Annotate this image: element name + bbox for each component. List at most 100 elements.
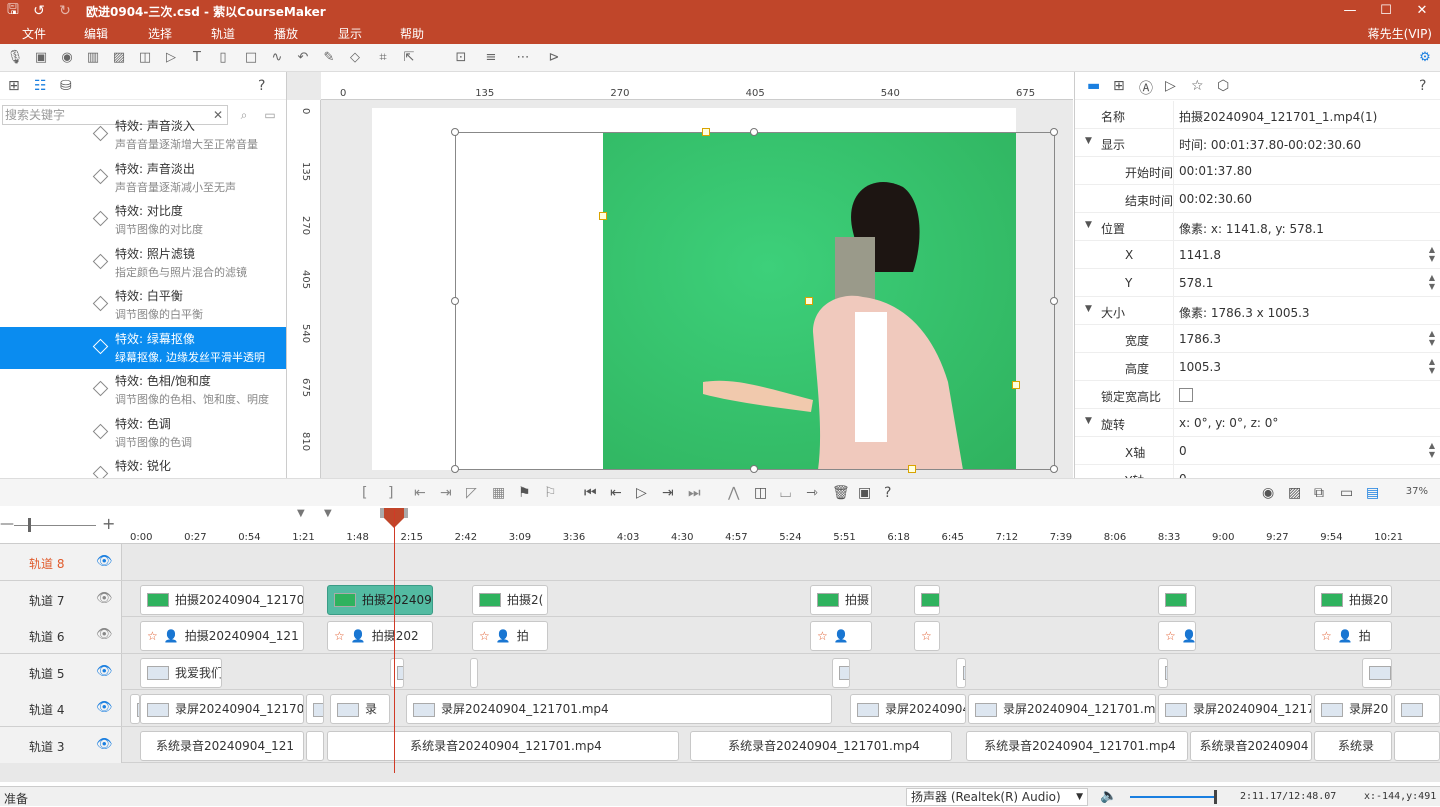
maximize-icon[interactable]: ☐ (1368, 0, 1404, 22)
timeline-clip[interactable] (306, 694, 324, 724)
timeline-clip[interactable]: 录屏20240904 (850, 694, 966, 724)
track-view-icon[interactable]: ▤ (1366, 485, 1379, 501)
timeline-clip[interactable] (1394, 730, 1440, 761)
timeline-clip[interactable]: 录屏20240904_121701.mp4 (968, 694, 1156, 724)
timeline-clip[interactable] (832, 657, 850, 688)
volume-slider[interactable] (1130, 796, 1216, 798)
marker-icon[interactable]: ▼ (297, 508, 305, 519)
timeline-clip[interactable]: 录屏20240904_121701. (140, 694, 304, 724)
spinner-icon[interactable]: ▲ ▼ (1429, 441, 1435, 459)
camera-icon[interactable]: ◉ (58, 49, 76, 67)
timeline-clip[interactable]: ☆👤 (1158, 621, 1196, 651)
close-icon[interactable]: ✕ (1404, 0, 1440, 22)
effect-item[interactable]: 特效: 声音淡入 声音音量逐渐增大至正常音量 (0, 114, 286, 157)
delete-icon[interactable]: 🗑 (832, 485, 850, 501)
image-icon[interactable]: ▨ (110, 49, 128, 67)
x-field[interactable]: 1141.8 (1179, 248, 1221, 262)
timeline-clip[interactable] (1394, 694, 1440, 724)
timeline-clip[interactable]: ☆ 👤 拍摄202 (327, 621, 433, 651)
split-left-icon[interactable]: ⇤ (414, 485, 426, 501)
crop-handle[interactable] (702, 128, 710, 136)
visibility-eye-icon[interactable]: 👁 (96, 591, 113, 606)
menu-track[interactable]: 轨道 (211, 25, 235, 42)
help-icon[interactable]: ? (1419, 78, 1426, 94)
width-field[interactable]: 1786.3 (1179, 332, 1221, 346)
track-header[interactable]: 轨道 8 👁 (0, 544, 122, 580)
spinner-icon[interactable]: ▲ ▼ (1429, 329, 1435, 347)
marker-icon[interactable]: ▼ (324, 508, 332, 519)
resize-handle[interactable] (750, 128, 758, 136)
help-icon[interactable]: ? (258, 78, 265, 94)
timeline-clip[interactable] (306, 730, 324, 761)
user-account[interactable]: 蒋先生(VIP) (1368, 25, 1432, 42)
track-header[interactable]: 轨道 4 👁 (0, 690, 122, 726)
collapse-icon[interactable]: ▼ (1085, 416, 1092, 426)
speaker-icon[interactable]: 🔈 (1100, 788, 1117, 804)
resize-handle[interactable] (451, 465, 459, 473)
curve-icon[interactable]: ∿ (268, 49, 286, 67)
effect-item[interactable]: 特效: 照片滤镜 指定颜色与照片混合的滤镜 (0, 242, 286, 285)
crop-handle[interactable] (1012, 381, 1020, 389)
trim-icon[interactable]: ◸ (466, 485, 477, 501)
effect-item[interactable]: 特效: 色调 调节图像的色调 (0, 412, 286, 455)
step-forward-icon[interactable]: ⇥ (662, 485, 674, 501)
collapse-icon[interactable]: ▼ (1085, 304, 1092, 314)
timeline-clip[interactable]: 拍摄20240904_121 (327, 584, 433, 615)
effect-item[interactable]: 特效: 色相/饱和度 调节图像的色相、饱和度、明度 (0, 369, 286, 412)
more-icon[interactable]: ⋯ (514, 49, 532, 67)
adjust-icon[interactable]: ≡ (482, 49, 500, 67)
zoom-slider-thumb[interactable] (28, 518, 31, 532)
3d-tab-icon[interactable]: ⬡ (1217, 78, 1229, 94)
timeline-clip[interactable]: 系统录音20240904 (1190, 730, 1312, 761)
camera-icon[interactable]: ◉ (1262, 485, 1274, 501)
audio-wave-icon[interactable]: ⋀ (728, 485, 739, 501)
grid-icon[interactable]: ⊞ (8, 78, 20, 94)
timeline-clip[interactable]: 拍摄20240904_121701_ (140, 584, 304, 615)
y-field[interactable]: 578.1 (1179, 276, 1213, 290)
spinner-icon[interactable]: ▲ ▼ (1429, 357, 1435, 375)
play-icon[interactable]: ▷ (636, 485, 647, 501)
ocr-icon[interactable]: ◫ (136, 49, 154, 67)
align-icon[interactable]: ▭ (1340, 485, 1353, 501)
timeline-clip[interactable]: ☆👤 (914, 621, 940, 651)
effect-item[interactable]: 特效: 绿幕抠像 绿幕抠像, 边缘发丝平滑半透明 (0, 326, 286, 369)
document-icon[interactable]: ▯ (214, 49, 232, 67)
undo-icon[interactable]: ↺ (26, 3, 52, 19)
mark-in-icon[interactable]: [ (362, 485, 367, 501)
timeline-clip[interactable]: ☆ 👤 拍摄20240904_121 (140, 621, 304, 651)
prop-row-position[interactable]: ▼ 位置 像素: x: 1141.8, y: 578.1 (1075, 213, 1440, 241)
video-icon[interactable]: ▷ (162, 49, 180, 67)
timeline-clip[interactable] (956, 657, 966, 688)
resize-handle[interactable] (451, 297, 459, 305)
gap-icon[interactable]: ⌴ (780, 485, 791, 501)
visibility-eye-icon[interactable]: 👁 (96, 737, 113, 752)
volume-thumb[interactable] (1214, 790, 1217, 804)
go-start-icon[interactable]: ⏮ (584, 485, 597, 501)
animation-tab-icon[interactable]: ☆ (1191, 78, 1204, 94)
grid-tab-icon[interactable]: ⊞ (1113, 78, 1125, 94)
timeline-clip[interactable]: 系统录音20240904_121701.mp4 (966, 730, 1188, 761)
timeline-clip[interactable]: 系统录音20240904_121 (140, 730, 304, 761)
track-header[interactable]: 轨道 6 👁 (0, 617, 122, 653)
prop-row-display[interactable]: ▼ 显示 时间: 00:01:37.80-00:02:30.60 (1075, 129, 1440, 157)
prop-row-rotation[interactable]: ▼ 旋转 x: 0°, y: 0°, z: 0° (1075, 409, 1440, 437)
crop-handle[interactable] (908, 465, 916, 473)
timeline-clip[interactable] (914, 584, 940, 615)
menu-play[interactable]: 播放 (274, 25, 298, 42)
go-end-icon[interactable]: ⏭ (688, 485, 701, 501)
timeline-clip[interactable]: ☆👤 (810, 621, 872, 651)
microphone-icon[interactable]: 🎙 (6, 49, 24, 67)
start-time-field[interactable]: 00:01:37.80 (1179, 164, 1252, 178)
flag-remove-icon[interactable]: ⚐ (544, 485, 557, 501)
timeline-clip[interactable]: 录 (330, 694, 390, 724)
ppt-icon[interactable]: ▥ (84, 49, 102, 67)
timeline-clip[interactable] (1158, 657, 1168, 688)
timeline-clip[interactable]: 拍摄20 (1314, 584, 1392, 615)
resize-handle[interactable] (1050, 465, 1058, 473)
timeline-clip[interactable] (1158, 584, 1196, 615)
crop-handle[interactable] (599, 212, 607, 220)
effect-item[interactable]: 特效: 白平衡 调节图像的白平衡 (0, 284, 286, 327)
audio-device-select[interactable]: 扬声器 (Realtek(R) Audio) ▼ (906, 788, 1088, 806)
database-icon[interactable]: ⛁ (60, 78, 72, 94)
lock-ratio-checkbox[interactable] (1179, 388, 1193, 402)
